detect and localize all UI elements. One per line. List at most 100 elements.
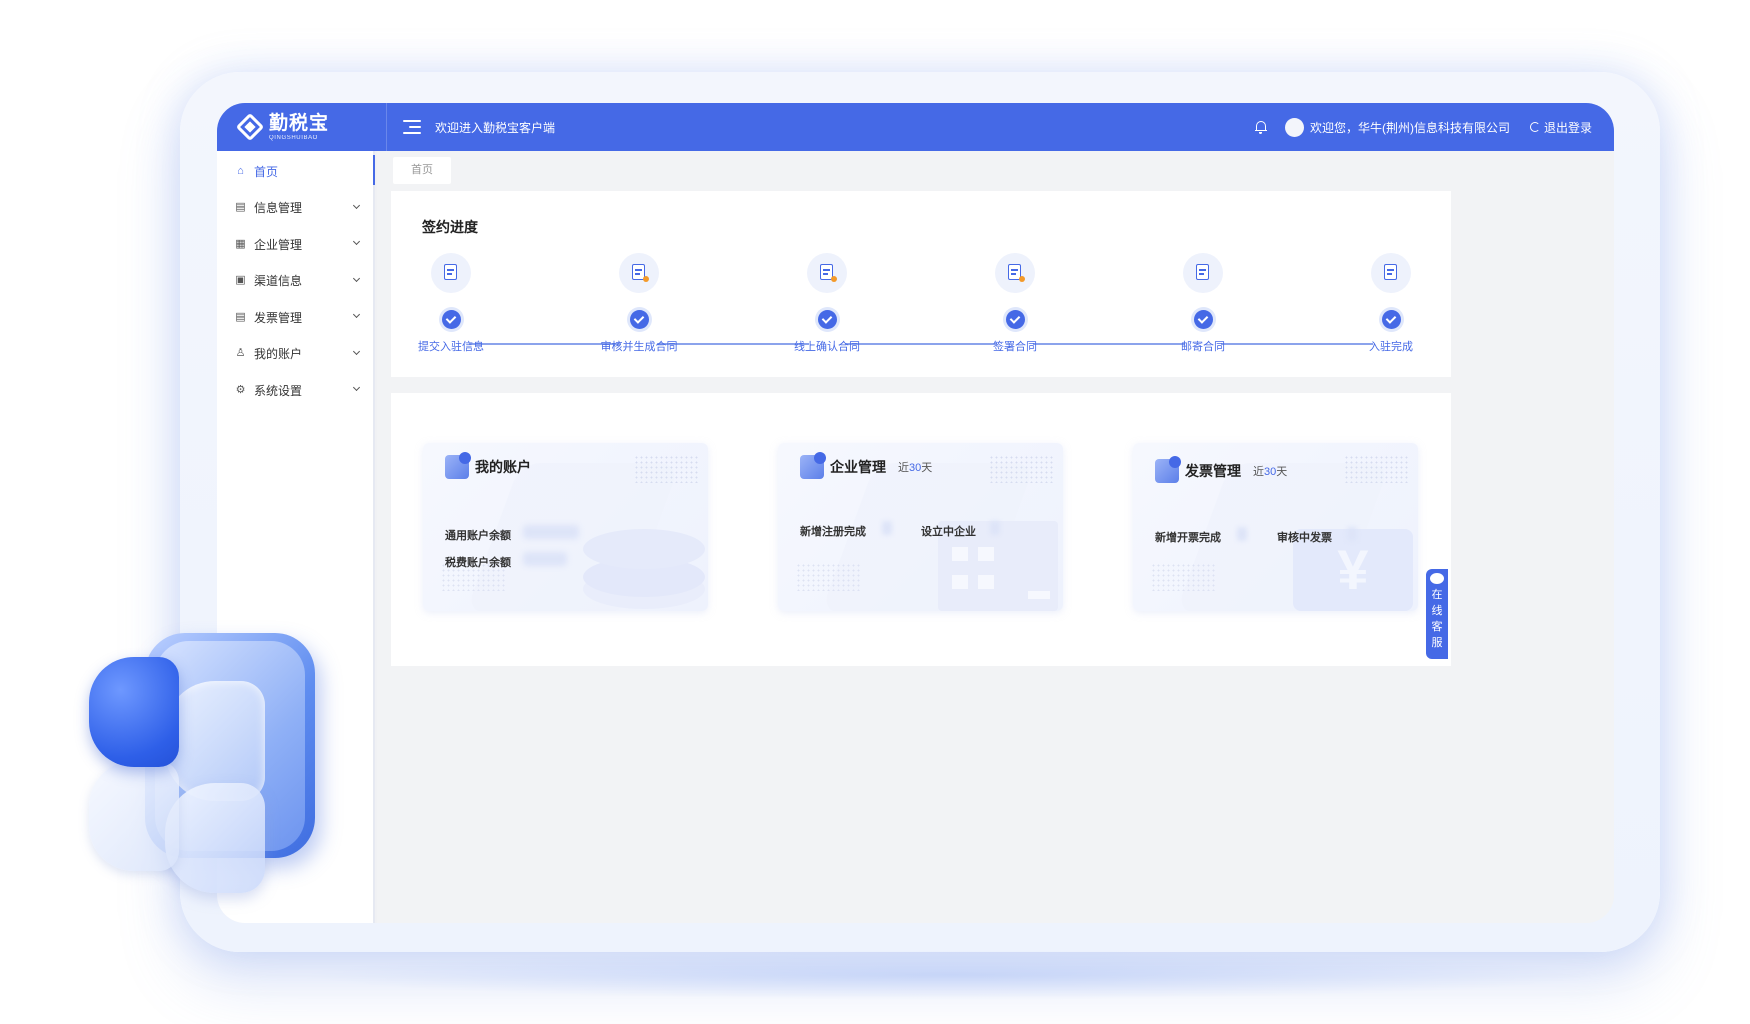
step-label: 邮寄合同: [1181, 341, 1225, 353]
home-icon: ⌂: [237, 164, 244, 177]
sidebar-item-info-management[interactable]: ▤ 信息管理: [217, 190, 373, 227]
chat-icon: [1430, 573, 1444, 584]
stage: 勤税宝 QINGSHUIBAO 欢迎进入勤税宝客户端 欢迎您，华牛(荆州)信息科…: [0, 0, 1750, 1024]
general-balance-label: 通用账户余额: [445, 530, 511, 542]
new-invoiced-label: 新增开票完成: [1155, 532, 1221, 544]
service-char: 客: [1431, 621, 1443, 633]
progress-step: 线上确认合同: [767, 253, 887, 354]
brand-name-en: QINGSHUIBAO: [269, 134, 318, 141]
brand-logo[interactable]: 勤税宝 QINGSHUIBAO: [217, 103, 387, 151]
coin-stack-icon: [583, 529, 705, 609]
invoice-panel[interactable]: ¥ 发票管理 近30天 新增开票完成 审核中发票: [1133, 443, 1418, 611]
user-greeting: 欢迎您，华牛(荆州)信息科技有限公司: [1309, 120, 1510, 135]
panel-title: 企业管理: [830, 459, 886, 475]
new-registered-label: 新增注册完成: [800, 526, 866, 538]
establishing-value-hidden: [990, 521, 1000, 535]
progress-step: 邮寄合同: [1143, 253, 1263, 354]
user-icon: ♙: [235, 347, 246, 360]
logo-text: 勤税宝 QINGSHUIBAO: [269, 114, 329, 141]
tab-bar: 首页: [393, 157, 451, 184]
signing-progress-card: 签约进度 提交入驻信息 审核并生成合同 线上确认合同 签署合同 邮寄合同 入驻完…: [391, 191, 1451, 377]
sidebar-item-label: 系统设置: [254, 383, 303, 398]
sign-doc-icon: [995, 253, 1035, 293]
dashboard-card: 我的账户 通用账户余额 税费账户余额 企业管理 近30天 新增注册完成 设立中企…: [391, 393, 1451, 666]
check-circle-icon: [817, 310, 837, 329]
tax-balance-label: 税费账户余额: [445, 557, 511, 569]
brand-3d-logo-decoration: [85, 633, 325, 893]
brand-name-cn: 勤税宝: [269, 112, 330, 134]
progress-step: 签署合同: [955, 253, 1075, 354]
step-label: 提交入驻信息: [418, 341, 484, 353]
review-doc-icon: [619, 253, 659, 293]
reviewing-label: 审核中发票: [1277, 532, 1332, 544]
chevron-down-icon: [352, 310, 361, 319]
complete-doc-icon: [1371, 253, 1411, 293]
tax-balance-value-hidden: [523, 552, 567, 566]
logout-label: 退出登录: [1543, 120, 1592, 135]
welcome-title: 欢迎进入勤税宝客户端: [435, 120, 556, 135]
info-doc-icon: ▤: [235, 201, 246, 214]
sidebar-item-enterprise-management[interactable]: ▦ 企业管理: [217, 226, 373, 263]
menu-toggle-icon[interactable]: [403, 120, 421, 134]
check-circle-icon: [1193, 310, 1213, 329]
step-label: 审核并生成合同: [600, 341, 678, 353]
progress-step: 提交入驻信息: [391, 253, 511, 354]
wallet-icon: [445, 452, 471, 479]
top-navbar: 勤税宝 QINGSHUIBAO 欢迎进入勤税宝客户端 欢迎您，华牛(荆州)信息科…: [217, 103, 1614, 151]
sidebar-item-home[interactable]: ⌂ 首页: [217, 153, 375, 190]
app-screen: 勤税宝 QINGSHUIBAO 欢迎进入勤税宝客户端 欢迎您，华牛(荆州)信息科…: [217, 103, 1614, 923]
progress-title: 签约进度: [422, 219, 478, 235]
gear-icon: ⚙: [235, 383, 246, 396]
chevron-down-icon: [352, 383, 361, 392]
sidebar-item-label: 发票管理: [254, 310, 303, 325]
step-label: 签署合同: [993, 341, 1037, 353]
invoice-icon: ▤: [235, 310, 246, 323]
avatar[interactable]: [1284, 117, 1304, 137]
sidebar-item-my-account[interactable]: ♙ 我的账户: [217, 336, 373, 373]
account-panel[interactable]: 我的账户 通用账户余额 税费账户余额: [423, 443, 708, 611]
invoice-download-icon: [1155, 456, 1181, 483]
online-service-button[interactable]: 在 线 客 服: [1426, 569, 1448, 659]
establishing-label: 设立中企业: [921, 526, 976, 538]
submit-doc-icon: [431, 253, 471, 293]
step-label: 入驻完成: [1369, 341, 1413, 353]
service-char: 在: [1431, 589, 1443, 601]
chevron-down-icon: [352, 237, 361, 246]
service-char: 服: [1431, 637, 1443, 649]
enterprise-panel[interactable]: 企业管理 近30天 新增注册完成 设立中企业: [778, 443, 1063, 611]
panel-title: 发票管理: [1185, 463, 1241, 479]
bell-icon[interactable]: [1254, 120, 1267, 134]
sidebar-item-channel-info[interactable]: ▣ 渠道信息: [217, 263, 373, 300]
chevron-down-icon: [352, 201, 361, 209]
power-icon: [1529, 122, 1540, 132]
logout-button[interactable]: 退出登录: [1529, 119, 1592, 136]
reviewing-value-hidden: [1347, 527, 1357, 541]
sidebar-item-label: 企业管理: [254, 237, 303, 252]
sidebar-item-label: 首页: [254, 164, 279, 179]
channel-icon: ▣: [235, 274, 246, 287]
check-circle-icon: [1381, 310, 1401, 329]
enterprise-icon: [800, 452, 826, 479]
confirm-doc-icon: [807, 253, 847, 293]
step-label: 线上确认合同: [794, 341, 860, 353]
sidebar-item-label: 我的账户: [254, 347, 303, 362]
check-circle-icon: [1005, 310, 1025, 329]
new-invoiced-value-hidden: [1237, 527, 1247, 541]
sidebar-item-system-settings[interactable]: ⚙ 系统设置: [217, 372, 373, 409]
user-area: 欢迎您，华牛(荆州)信息科技有限公司 退出登录: [1254, 117, 1614, 137]
panel-title: 我的账户: [475, 459, 531, 475]
new-registered-value-hidden: [882, 521, 892, 535]
period-label: 近30天: [898, 462, 933, 474]
chevron-down-icon: [352, 347, 361, 355]
chevron-down-icon: [352, 274, 361, 282]
sidebar-item-invoice-management[interactable]: ▤ 发票管理: [217, 299, 373, 336]
logo-diamond-icon: [235, 112, 265, 142]
service-char: 线: [1431, 605, 1443, 617]
main-content: 首页 签约进度 提交入驻信息 审核并生成合同 线上确认合同 签署合同 邮寄合同 …: [377, 151, 1614, 923]
progress-step: 审核并生成合同: [579, 253, 699, 354]
sidebar-item-label: 渠道信息: [254, 274, 303, 289]
tab-home[interactable]: 首页: [393, 157, 451, 184]
frame-shadow: [300, 950, 1600, 1000]
period-label: 近30天: [1253, 466, 1288, 478]
check-circle-icon: [441, 310, 461, 329]
